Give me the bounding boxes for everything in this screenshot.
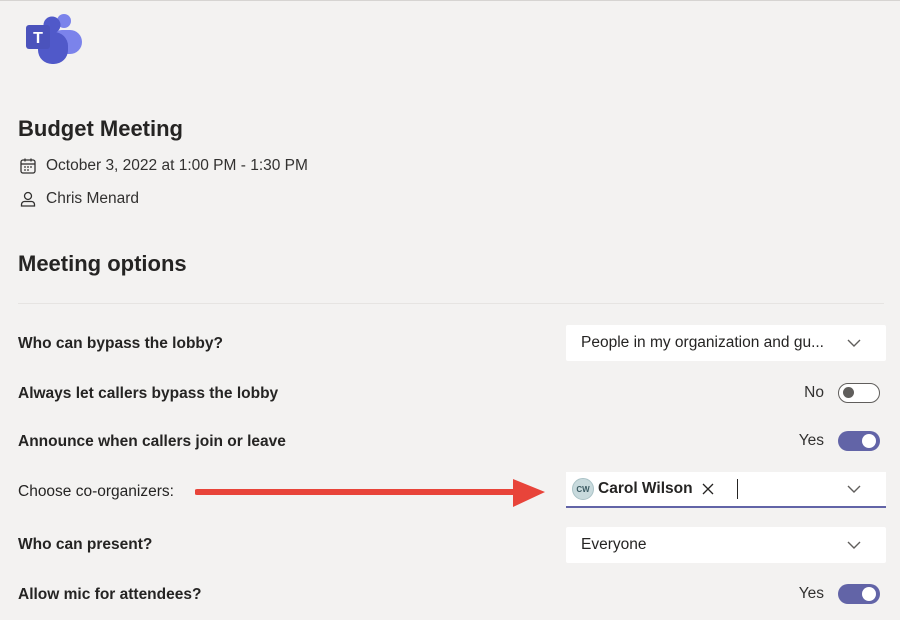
meeting-title: Budget Meeting [18,116,183,142]
who-can-present-label: Who can present? [18,536,152,554]
chevron-down-icon [846,537,862,553]
callers-bypass-label: Always let callers bypass the lobby [18,385,278,403]
callers-bypass-toggle[interactable] [838,383,880,403]
who-can-present-value: Everyone [581,536,838,554]
bypass-lobby-dropdown[interactable]: People in my organization and gu... [566,325,886,361]
meeting-datetime-row: October 3, 2022 at 1:00 PM - 1:30 PM [18,156,308,176]
meeting-organizer-row: Chris Menard [18,189,139,209]
toggle-knob [862,434,876,448]
bypass-lobby-value: People in my organization and gu... [581,334,838,352]
who-can-present-dropdown[interactable]: Everyone [566,527,886,563]
co-organizer-name: Carol Wilson [598,480,693,498]
text-cursor [737,479,738,499]
co-organizers-picker[interactable]: CW Carol Wilson [566,472,886,508]
allow-mic-toggle[interactable] [838,584,880,604]
callers-bypass-state: No [804,384,824,402]
announce-callers-label: Announce when callers join or leave [18,433,286,451]
allow-mic-label: Allow mic for attendees? [18,586,201,604]
announce-callers-toggle[interactable] [838,431,880,451]
announce-callers-state: Yes [799,432,824,450]
co-organizer-chip: CW Carol Wilson [572,478,715,500]
announce-callers-control: Yes [799,431,880,451]
allow-mic-state: Yes [799,585,824,603]
teams-logo-icon: T [24,12,84,66]
person-icon [18,189,38,209]
section-divider [18,303,884,304]
allow-mic-control: Yes [799,584,880,604]
bypass-lobby-label: Who can bypass the lobby? [18,335,223,353]
meeting-organizer: Chris Menard [46,190,139,208]
toggle-knob [843,387,854,398]
teams-logo-letter: T [33,30,43,47]
calendar-icon [18,156,38,176]
top-border [0,0,900,1]
section-title: Meeting options [18,251,187,277]
co-organizers-label: Choose co-organizers: [18,483,174,501]
meeting-datetime: October 3, 2022 at 1:00 PM - 1:30 PM [46,157,308,175]
chevron-down-icon [846,335,862,351]
annotation-arrow [195,478,545,510]
toggle-knob [862,587,876,601]
chevron-down-icon[interactable] [846,481,862,497]
remove-icon[interactable] [701,482,715,496]
callers-bypass-control: No [804,383,880,403]
avatar: CW [572,478,594,500]
